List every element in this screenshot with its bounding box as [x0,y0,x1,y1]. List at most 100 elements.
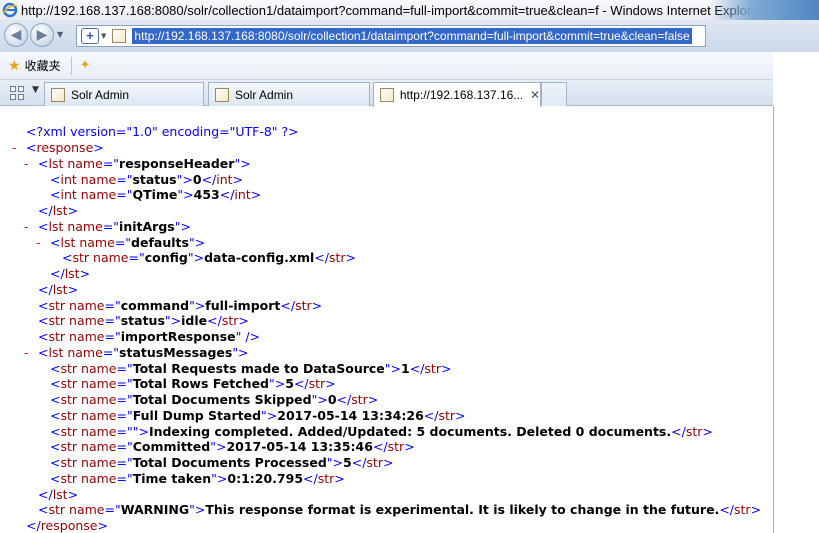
xml-token: int [60,171,77,187]
xml-token: Total Rows Fetched [132,376,269,392]
xml-token: </ [336,392,352,407]
recent-pages-dropdown[interactable]: ▼ [57,30,63,39]
xml-token: initArgs [119,218,175,234]
back-arrow-icon: ◀ [10,27,22,43]
xml-token: > [750,502,762,518]
quick-tabs-icon[interactable] [8,84,26,102]
xml-token: =" [116,376,133,392]
xml-document: <?xml version="1.0" encoding="UTF-8" ?> … [0,107,773,533]
xml-token: str [48,313,66,329]
xml-line: <int name="QTime">453</int> [50,187,261,203]
xml-line: </lst> [38,203,78,219]
xml-token: < [38,155,49,171]
xml-token: 0:1:20.795 [227,470,304,486]
close-tab-icon[interactable]: ✕ [530,88,540,102]
xml-token: "> [164,313,182,329]
xml-token: Full Dump Started [132,407,262,423]
new-tab-button[interactable] [541,82,567,106]
xml-token: < [50,439,61,455]
xml-token: > [311,297,323,313]
back-button[interactable]: ◀ [4,23,28,47]
tab-active[interactable]: http://192.168.137.16... ✕ [373,82,541,107]
page-icon [215,87,229,102]
page-icon [51,87,65,102]
xml-line: <response> [26,140,104,156]
xml-token: name [77,423,117,439]
tab-list-dropdown[interactable]: ▼ [32,85,39,95]
url-text[interactable]: http://192.168.137.168:8080/solr/collect… [132,28,692,44]
xml-token: str [685,423,703,439]
xml-token: "> [261,407,278,423]
window-title: http://192.168.137.168:8080/solr/collect… [21,2,763,18]
xml-token: str [60,470,78,486]
tab-solr-admin-2[interactable]: Solr Admin [208,82,370,106]
xml-token: lst [52,203,68,218]
xml-token: </ [201,171,217,187]
xml-token: =" [116,392,133,407]
xml-line: <str name="importResponse" /> [38,329,260,345]
xml-token: name [65,297,105,313]
xml-token: name [65,313,105,329]
xml-token: < [50,407,61,423]
collapse-toggle[interactable]: - [36,235,41,251]
xml-token: name [65,502,105,518]
xml-token: </ [314,250,329,266]
xml-token: < [50,360,61,376]
chevron-down-icon[interactable]: ▼ [101,32,106,40]
xml-token: name [63,218,103,234]
xml-token: < [50,234,61,250]
collapse-toggle[interactable]: - [12,140,17,156]
xml-token: </ [38,281,53,297]
page-icon [380,88,394,102]
xml-token: "> [269,376,286,392]
xml-token: name [77,360,117,376]
xml-token: </ [219,187,235,203]
xml-token: str [60,360,78,376]
xml-token: str [48,297,66,313]
favorites-star-icon[interactable]: ★ [8,58,21,74]
xml-token: Committed [132,439,211,455]
xml-token: str [48,502,66,518]
xml-line: <str name="config">data-config.xml</str> [62,250,356,266]
collapse-toggle[interactable]: - [24,156,29,172]
add-favorite-icon[interactable]: ✦ [80,58,91,73]
xml-token: str [60,376,78,392]
collapse-toggle[interactable]: - [24,219,29,235]
xml-token: lst [48,344,64,360]
url-field[interactable]: + ▼ http://192.168.137.168:8080/solr/col… [76,25,706,47]
collapse-toggle[interactable]: - [24,345,29,361]
xml-token: < [26,140,37,155]
xml-line: </response> [26,518,108,533]
xml-token: name [89,250,129,266]
xml-token: int [234,187,251,203]
favorites-button[interactable]: 收藏夹 [25,57,61,74]
xml-token: name [65,329,105,344]
xml-token: name [77,376,117,392]
xml-token: =" [104,329,121,344]
xml-token: 5 [343,455,352,470]
xml-token: < [38,502,49,518]
xml-token: Total Documents Skipped [132,392,312,407]
xml-token: response [40,518,98,533]
xml-token: </ [372,439,388,455]
xml-token: </ [26,518,41,533]
xml-token: > [93,140,104,155]
xml-token: "> [210,439,227,455]
xml-token: =" [104,297,121,313]
xml-token: =" [102,218,120,234]
xml-token: config [144,250,188,266]
xml-token: =" [116,360,133,376]
xml-token: name [77,392,117,407]
forward-button[interactable]: ▶ [30,23,54,47]
address-bar: ◀ ▶ ▼ + ▼ http://192.168.137.168:8080/so… [0,20,819,52]
xml-token: str [351,392,368,407]
compat-view-icon[interactable]: + [81,28,99,44]
tab-solr-admin-1[interactable]: Solr Admin [44,82,204,106]
xml-token: responseHeader [119,155,235,171]
xml-token: =" [116,470,133,486]
xml-token: < [50,470,61,486]
xml-token: < [38,297,49,313]
xml-token: </ [303,470,318,486]
tab-label: Solr Admin [71,87,130,102]
xml-token: name [76,171,117,187]
